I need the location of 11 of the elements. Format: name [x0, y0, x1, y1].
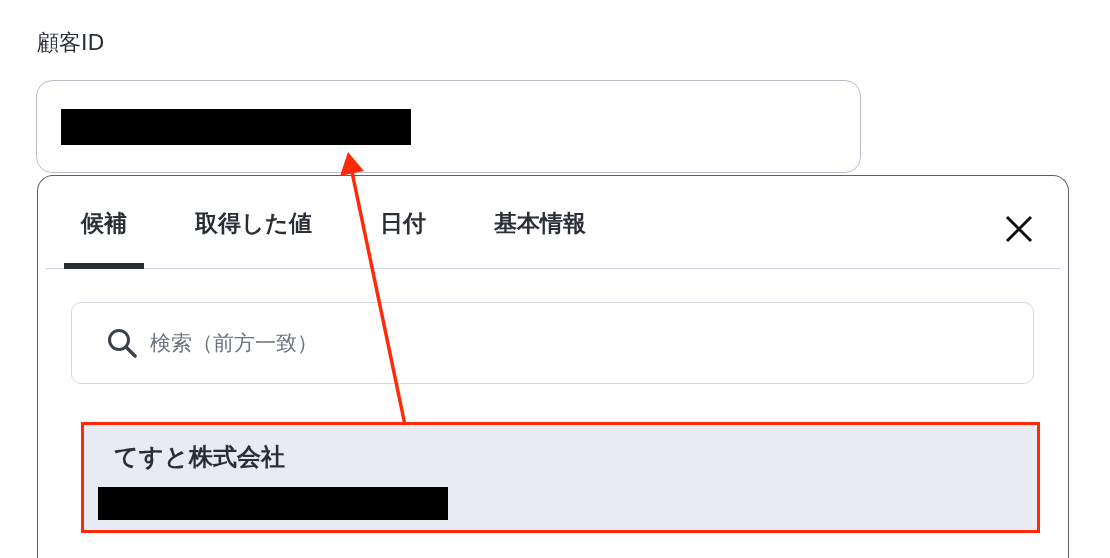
suggestion-item[interactable]: てすと株式会社	[81, 422, 1040, 533]
search-field[interactable]: 検索（前方一致）	[71, 302, 1034, 384]
tab[interactable]: 基本情報	[477, 208, 603, 269]
tab[interactable]: 日付	[363, 208, 443, 269]
close-icon[interactable]	[1004, 214, 1034, 244]
field-label: 顧客ID	[37, 29, 106, 57]
search-icon	[107, 328, 137, 358]
tab[interactable]: 取得した値	[178, 208, 329, 269]
tab[interactable]: 候補	[64, 208, 144, 269]
item-name: てすと株式会社	[114, 442, 286, 473]
customer-id-field[interactable]	[36, 80, 861, 173]
